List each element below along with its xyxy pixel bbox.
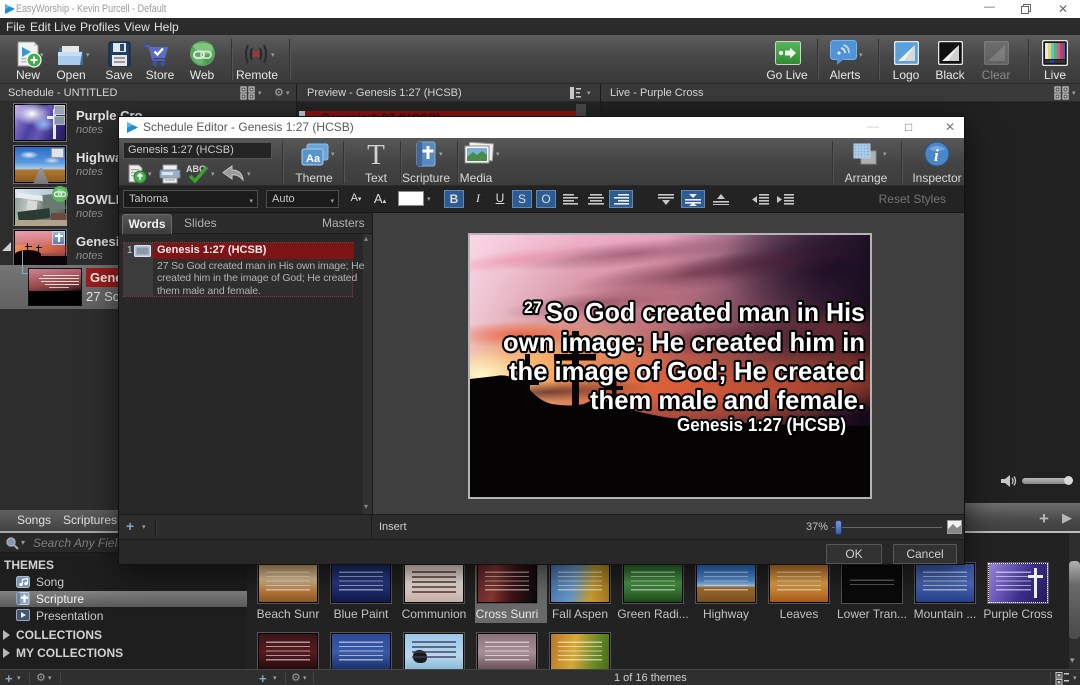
- svg-text:i: i: [934, 146, 939, 165]
- svg-text:them male and female.: them male and female.: [590, 385, 865, 415]
- svg-text:own image; He created him in: own image; He created him in: [503, 327, 865, 357]
- svg-text:27 So God created man in His: 27 So God created man in His: [524, 297, 865, 327]
- svg-text:Aa: Aa: [306, 153, 321, 165]
- svg-text:Genesis 1:27 (HCSB): Genesis 1:27 (HCSB): [677, 414, 846, 435]
- svg-text:the image of God; He created: the image of God; He created: [509, 356, 865, 386]
